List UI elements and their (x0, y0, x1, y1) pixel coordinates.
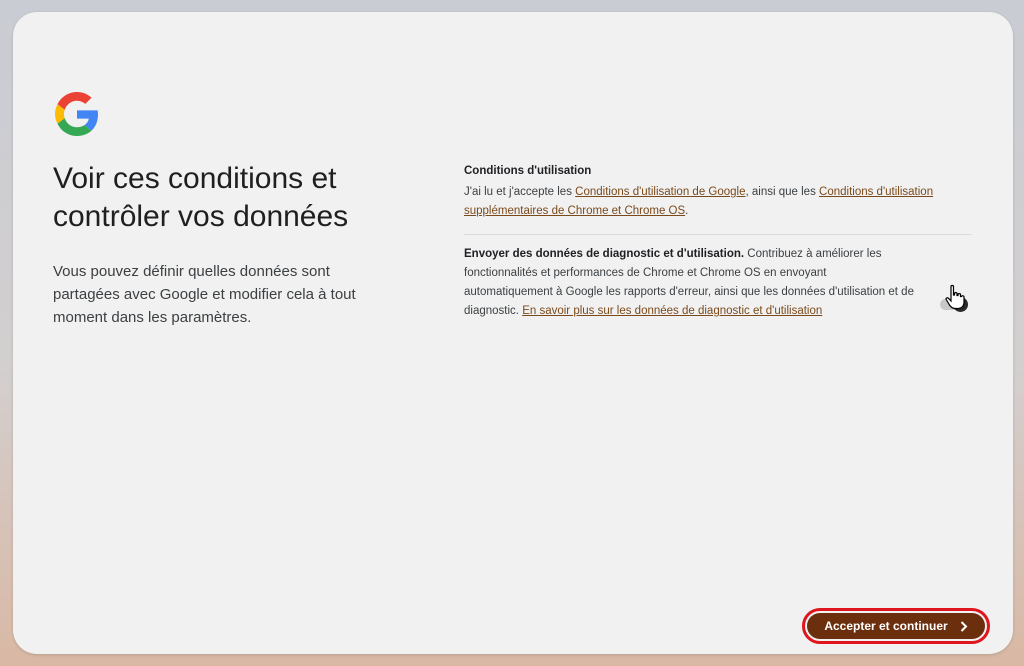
chevron-right-icon (960, 620, 968, 632)
google-terms-link[interactable]: Conditions d'utilisation de Google (575, 186, 745, 198)
terms-section: Conditions d'utilisation J'ai lu et j'ac… (464, 162, 972, 221)
terms-text-after: . (685, 205, 689, 217)
terms-text-middle: , ainsi que les (745, 186, 820, 198)
page-title: Voir ces conditions et contrôler vos don… (53, 162, 349, 233)
google-logo-icon (55, 92, 98, 136)
diagnostics-text: Envoyer des données de diagnostic et d'u… (464, 245, 916, 321)
accept-button-highlight: Accepter et continuer (802, 608, 990, 644)
diagnostics-section: Envoyer des données de diagnostic et d'u… (464, 245, 972, 321)
diagnostics-learn-more-link[interactable]: En savoir plus sur les données de diagno… (522, 305, 822, 317)
terms-text-before: J'ai lu et j'accepte les (464, 186, 576, 198)
setup-dialog: Voir ces conditions et contrôler vos don… (13, 12, 1013, 654)
terms-heading: Conditions d'utilisation (464, 165, 592, 177)
diagnostics-heading: Envoyer des données de diagnostic et d'u… (464, 248, 745, 260)
terms-panel: Conditions d'utilisation J'ai lu et j'ac… (464, 162, 972, 321)
section-divider (464, 234, 972, 235)
terms-text: J'ai lu et j'accepte les Conditions d'ut… (464, 183, 972, 221)
accept-continue-button[interactable]: Accepter et continuer (807, 613, 985, 639)
hand-cursor-icon (945, 284, 965, 310)
page-description: Vous pouvez définir quelles données sont… (53, 263, 356, 326)
accept-button-label: Accepter et continuer (824, 619, 948, 633)
